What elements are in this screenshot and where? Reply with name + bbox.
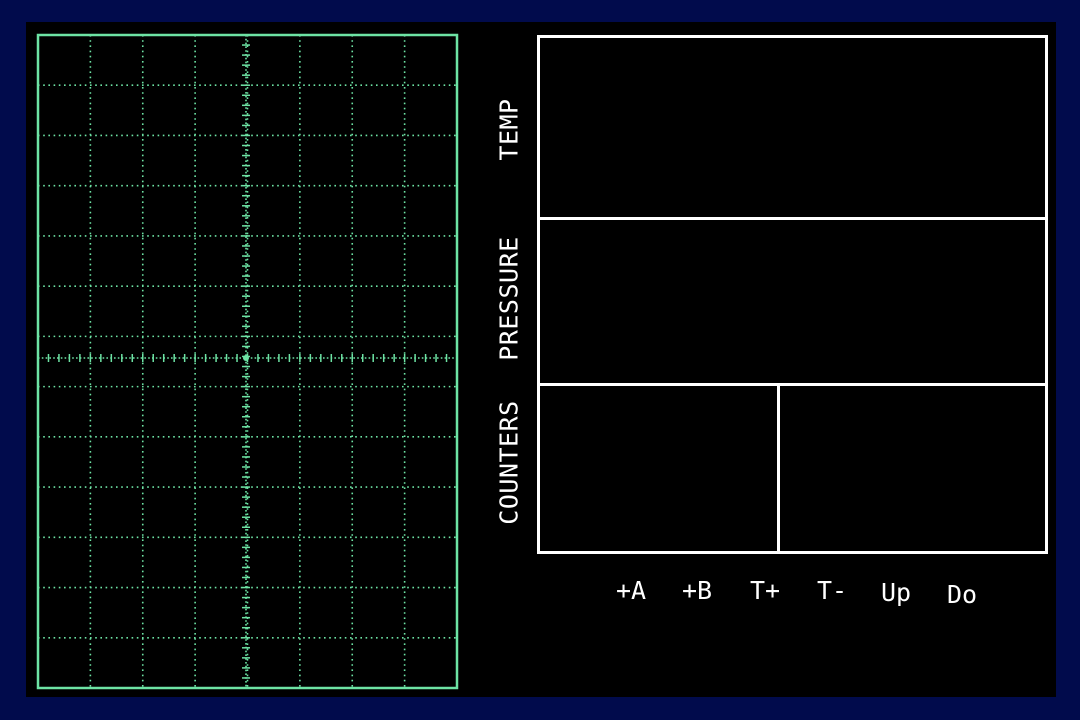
temp-panel <box>537 35 1048 220</box>
button-plus-a[interactable]: +A <box>601 576 661 605</box>
app-window: TEMP PRESSURE COUNTERS +A +B T+ T- Up Do <box>0 0 1080 720</box>
button-t-minus[interactable]: T- <box>802 576 862 605</box>
counter-a-panel <box>537 383 780 554</box>
button-down[interactable]: Do <box>932 580 992 609</box>
counters-label: COUNTERS <box>494 400 524 525</box>
button-up[interactable]: Up <box>866 578 926 607</box>
counter-b-panel <box>777 383 1048 554</box>
center-dot <box>243 355 249 361</box>
pressure-panel <box>537 217 1048 386</box>
button-plus-b[interactable]: +B <box>667 576 727 605</box>
button-t-plus[interactable]: T+ <box>735 576 795 605</box>
